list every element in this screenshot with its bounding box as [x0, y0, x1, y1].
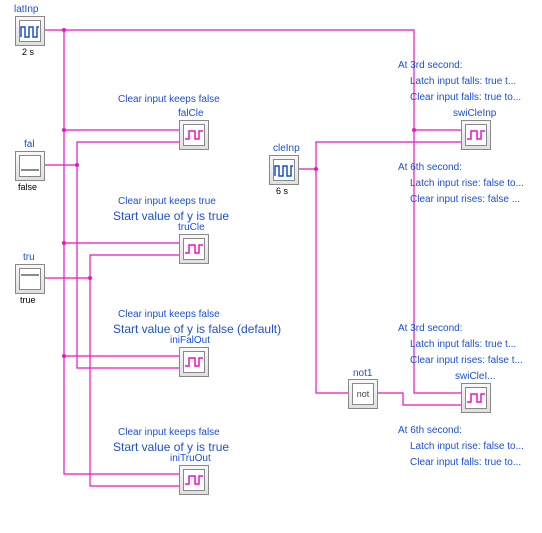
not1-block[interactable]: not — [348, 379, 378, 409]
cleInp-caption: 6 s — [276, 186, 288, 196]
annot-at3a-head: At 3rd second: — [398, 60, 462, 71]
annot-startTrue1: Start value of y is true — [113, 209, 229, 223]
truCle-label: truCle — [178, 222, 205, 233]
tru-caption: true — [20, 295, 36, 305]
fal-label: fal — [24, 139, 35, 150]
const-false-icon — [20, 158, 40, 174]
annot-at3b-l1: Latch input falls: true t... — [410, 339, 516, 350]
cleInp-block[interactable] — [269, 155, 299, 185]
annot-at6b-l2: Clear input falls: true to... — [410, 457, 521, 468]
annot-clearTrue: Clear input keeps true — [118, 196, 216, 207]
annot-at6b-l1: Latch input rise: false to... — [410, 441, 524, 452]
falCle-block[interactable] — [179, 120, 209, 150]
annot-startTrue2: Start value of y is true — [113, 440, 229, 454]
not1-text: not — [352, 383, 374, 405]
truCle-block[interactable] — [179, 234, 209, 264]
iniFalOut-block[interactable] — [179, 347, 209, 377]
tru-block[interactable] — [15, 264, 45, 294]
annot-at3b-l2: Clear input rises: false t... — [410, 355, 523, 366]
swiCleI-label: swiCleI... — [455, 371, 496, 382]
annot-at6a-l1: Latch input rise: false to... — [410, 178, 524, 189]
latInp-block[interactable] — [15, 16, 45, 46]
annot-startFalseDef: Start value of y is false (default) — [113, 322, 281, 336]
annot-at6a-l2: Clear input rises: false ... — [410, 194, 520, 205]
latch-icon — [466, 127, 486, 143]
pulse-icon — [20, 23, 40, 39]
iniTruOut-block[interactable] — [179, 465, 209, 495]
falCle-label: falCle — [178, 108, 204, 119]
latch-icon — [184, 354, 204, 370]
tru-label: tru — [23, 252, 35, 263]
annot-at6a-head: At 6th second: — [398, 162, 462, 173]
iniFalOut-label: iniFalOut — [170, 335, 210, 346]
latInp-label: latInp — [14, 4, 38, 15]
pulse-icon — [274, 162, 294, 178]
annot-at3a-l2: Clear input falls: true to... — [410, 92, 521, 103]
iniTruOut-label: iniTruOut — [170, 453, 211, 464]
swiCleI-block[interactable] — [461, 383, 491, 413]
not1-label: not1 — [353, 368, 372, 379]
annot-clearFalse3: Clear input keeps false — [118, 427, 220, 438]
swiCleInp-label: swiCleInp — [453, 108, 496, 119]
latch-icon — [184, 472, 204, 488]
latch-icon — [184, 241, 204, 257]
annot-at3b-head: At 3rd second: — [398, 323, 462, 334]
fal-block[interactable] — [15, 151, 45, 181]
latch-icon — [184, 127, 204, 143]
const-true-icon — [20, 271, 40, 287]
cleInp-label: cleInp — [273, 143, 300, 154]
annot-clearFalse2: Clear input keeps false — [118, 309, 220, 320]
annot-clearFalse1: Clear input keeps false — [118, 94, 220, 105]
latch-icon — [466, 390, 486, 406]
annot-at6b-head: At 6th second: — [398, 425, 462, 436]
fal-caption: false — [18, 182, 37, 192]
latInp-caption: 2 s — [22, 47, 34, 57]
swiCleInp-block[interactable] — [461, 120, 491, 150]
annot-at3a-l1: Latch input falls: true t... — [410, 76, 516, 87]
